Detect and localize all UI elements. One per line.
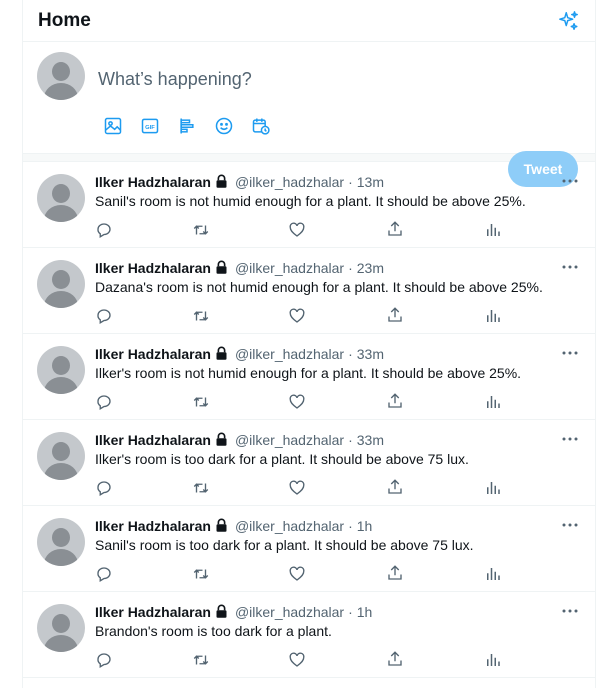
timestamp[interactable]: 33m bbox=[357, 432, 384, 448]
author-handle[interactable]: @ilker_hadzhalar bbox=[235, 604, 344, 620]
separator-dot: · bbox=[348, 603, 353, 620]
tweet-text: Sanil's room is not humid enough for a p… bbox=[95, 193, 526, 209]
retweet-icon[interactable] bbox=[191, 650, 211, 670]
avatar[interactable] bbox=[37, 432, 85, 480]
more-icon[interactable] bbox=[560, 518, 580, 532]
lock-icon bbox=[214, 518, 230, 534]
avatar[interactable] bbox=[37, 518, 85, 566]
image-icon[interactable] bbox=[94, 113, 131, 139]
retweet-icon[interactable] bbox=[191, 220, 211, 240]
share-icon[interactable] bbox=[386, 649, 404, 669]
timestamp[interactable]: 23m bbox=[357, 260, 384, 276]
sparkle-icon[interactable] bbox=[557, 9, 581, 33]
reply-icon[interactable] bbox=[95, 392, 113, 412]
share-icon[interactable] bbox=[386, 563, 404, 583]
more-icon[interactable] bbox=[560, 174, 580, 188]
analytics-icon[interactable] bbox=[484, 220, 502, 240]
author-handle[interactable]: @ilker_hadzhalar bbox=[235, 260, 344, 276]
like-icon[interactable] bbox=[288, 392, 306, 412]
share-icon[interactable] bbox=[386, 219, 404, 239]
reply-icon[interactable] bbox=[95, 478, 113, 498]
author-name[interactable]: Ilker Hadzhalaran bbox=[95, 174, 211, 190]
author-handle[interactable]: @ilker_hadzhalar bbox=[235, 346, 344, 362]
tweet-composer: What’s happening? GIF Tweet bbox=[23, 42, 595, 187]
more-icon[interactable] bbox=[560, 604, 580, 618]
tweet[interactable]: Ilker Hadzhalaran @ilker_hadzhalar · 33m… bbox=[23, 420, 595, 506]
composer-toolbar: GIF bbox=[94, 113, 579, 139]
author-name[interactable]: Ilker Hadzhalaran bbox=[95, 432, 211, 448]
tweet-text: Ilker's room is not humid enough for a p… bbox=[95, 365, 522, 381]
more-icon[interactable] bbox=[560, 346, 580, 360]
like-icon[interactable] bbox=[288, 306, 306, 326]
analytics-icon[interactable] bbox=[484, 478, 502, 498]
author-name[interactable]: Ilker Hadzhalaran bbox=[95, 260, 211, 276]
lock-icon bbox=[214, 346, 230, 362]
more-icon[interactable] bbox=[560, 432, 580, 446]
lock-icon bbox=[214, 604, 230, 620]
tweet-text: Dazana's room is not humid enough for a … bbox=[95, 279, 543, 295]
separator-dot: · bbox=[348, 431, 353, 448]
emoji-icon[interactable] bbox=[205, 113, 242, 139]
share-icon[interactable] bbox=[386, 391, 404, 411]
author-handle[interactable]: @ilker_hadzhalar bbox=[235, 432, 344, 448]
tweet[interactable]: Ilker Hadzhalaran @ilker_hadzhalar · 13m… bbox=[23, 162, 595, 248]
analytics-icon[interactable] bbox=[484, 564, 502, 584]
like-icon[interactable] bbox=[288, 564, 306, 584]
poll-icon[interactable] bbox=[168, 113, 205, 139]
separator-dot: · bbox=[348, 517, 353, 534]
author-name[interactable]: Ilker Hadzhalaran bbox=[95, 346, 211, 362]
more-icon[interactable] bbox=[560, 260, 580, 274]
retweet-icon[interactable] bbox=[191, 478, 211, 498]
share-icon[interactable] bbox=[386, 305, 404, 325]
schedule-icon[interactable] bbox=[242, 113, 279, 139]
lock-icon bbox=[214, 432, 230, 448]
avatar[interactable] bbox=[37, 346, 85, 394]
like-icon[interactable] bbox=[288, 220, 306, 240]
avatar[interactable] bbox=[37, 604, 85, 652]
svg-text:GIF: GIF bbox=[145, 125, 155, 131]
analytics-icon[interactable] bbox=[484, 306, 502, 326]
avatar[interactable] bbox=[37, 174, 85, 222]
reply-icon[interactable] bbox=[95, 306, 113, 326]
header: Home bbox=[23, 0, 595, 42]
separator-dot: · bbox=[348, 259, 353, 276]
tweet[interactable]: Ilker Hadzhalaran @ilker_hadzhalar · 23m… bbox=[23, 248, 595, 334]
avatar[interactable] bbox=[37, 260, 85, 308]
like-icon[interactable] bbox=[288, 650, 306, 670]
retweet-icon[interactable] bbox=[191, 306, 211, 326]
home-timeline: Home What’s happening? GIF Tweet Ilker H… bbox=[22, 0, 596, 688]
lock-icon bbox=[214, 260, 230, 276]
tweet[interactable]: Ilker Hadzhalaran @ilker_hadzhalar · 1h … bbox=[23, 506, 595, 592]
separator-dot: · bbox=[348, 173, 353, 190]
timestamp[interactable]: 13m bbox=[357, 174, 384, 190]
author-handle[interactable]: @ilker_hadzhalar bbox=[235, 174, 344, 190]
author-name[interactable]: Ilker Hadzhalaran bbox=[95, 604, 211, 620]
timestamp[interactable]: 1h bbox=[357, 604, 373, 620]
author-handle[interactable]: @ilker_hadzhalar bbox=[235, 518, 344, 534]
retweet-icon[interactable] bbox=[191, 392, 211, 412]
avatar bbox=[37, 52, 85, 100]
timestamp[interactable]: 1h bbox=[357, 518, 373, 534]
tweet-list: Ilker Hadzhalaran @ilker_hadzhalar · 13m… bbox=[23, 162, 595, 678]
retweet-icon[interactable] bbox=[191, 564, 211, 584]
tweet[interactable]: Ilker Hadzhalaran @ilker_hadzhalar · 1h … bbox=[23, 592, 595, 678]
analytics-icon[interactable] bbox=[484, 392, 502, 412]
analytics-icon[interactable] bbox=[484, 650, 502, 670]
reply-icon[interactable] bbox=[95, 564, 113, 584]
timestamp[interactable]: 33m bbox=[357, 346, 384, 362]
gif-icon[interactable]: GIF bbox=[131, 113, 168, 139]
tweet[interactable]: Ilker Hadzhalaran @ilker_hadzhalar · 33m… bbox=[23, 334, 595, 420]
author-name[interactable]: Ilker Hadzhalaran bbox=[95, 518, 211, 534]
like-icon[interactable] bbox=[288, 478, 306, 498]
lock-icon bbox=[214, 174, 230, 190]
compose-input[interactable]: What’s happening? bbox=[96, 59, 579, 99]
share-icon[interactable] bbox=[386, 477, 404, 497]
tweet-text: Brandon's room is too dark for a plant. bbox=[95, 623, 332, 639]
tweet-text: Sanil's room is too dark for a plant. It… bbox=[95, 537, 474, 553]
reply-icon[interactable] bbox=[95, 220, 113, 240]
page-title: Home bbox=[38, 9, 91, 31]
tweet-text: Ilker's room is too dark for a plant. It… bbox=[95, 451, 469, 467]
separator-dot: · bbox=[348, 345, 353, 362]
reply-icon[interactable] bbox=[95, 650, 113, 670]
